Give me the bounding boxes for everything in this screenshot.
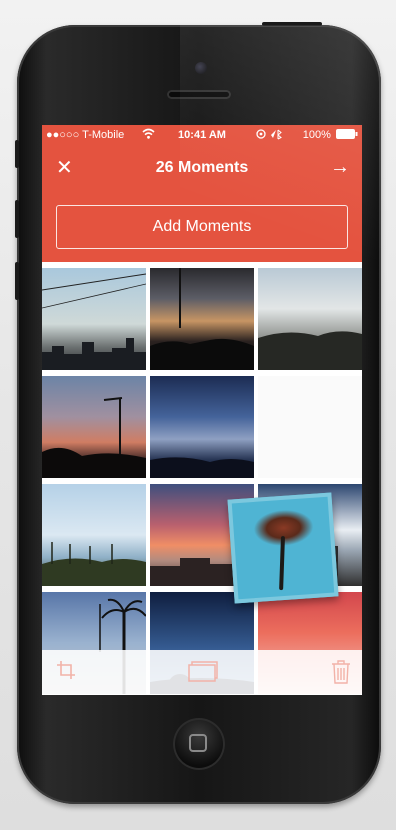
home-button[interactable] <box>173 718 225 770</box>
photo-tile[interactable] <box>42 268 146 370</box>
photo-tile[interactable] <box>258 268 362 370</box>
dragged-photo[interactable] <box>227 492 339 604</box>
next-button[interactable]: → <box>330 155 350 179</box>
photo-grid <box>42 268 362 695</box>
photo-tile[interactable] <box>150 268 254 370</box>
battery-indicator: 100% <box>303 129 358 142</box>
bottom-toolbar <box>42 650 362 695</box>
power-button <box>262 22 322 26</box>
photo-tile-empty[interactable] <box>258 376 362 478</box>
mute-switch <box>15 140 19 168</box>
album-icon[interactable] <box>188 660 218 687</box>
trash-icon[interactable] <box>331 660 351 689</box>
add-moments-bar: Add Moments <box>42 195 362 262</box>
volume-up-button <box>15 200 19 238</box>
status-bar: ●●○○○ T-Mobile 10:41 AM 100% <box>42 125 362 145</box>
photo-tile[interactable] <box>150 376 254 478</box>
photo-tile[interactable] <box>42 376 146 478</box>
home-square-icon <box>189 734 207 752</box>
battery-percent: 100% <box>302 129 331 141</box>
front-camera <box>195 62 207 74</box>
palm-trunk <box>279 536 285 591</box>
photo-tile[interactable] <box>42 484 146 586</box>
navigation-bar: ✕ 26 Moments → <box>42 145 362 195</box>
page-title: 26 Moments <box>155 159 249 176</box>
add-moments-button[interactable]: Add Moments <box>56 205 348 249</box>
app-screen: ●●○○○ T-Mobile 10:41 AM 100% ✕ 26 Moment… <box>42 125 362 695</box>
battery-icon <box>336 129 358 142</box>
earpiece-speaker <box>167 90 231 99</box>
crop-icon[interactable] <box>56 660 76 685</box>
location-icon <box>256 128 282 143</box>
volume-down-button <box>15 262 19 300</box>
